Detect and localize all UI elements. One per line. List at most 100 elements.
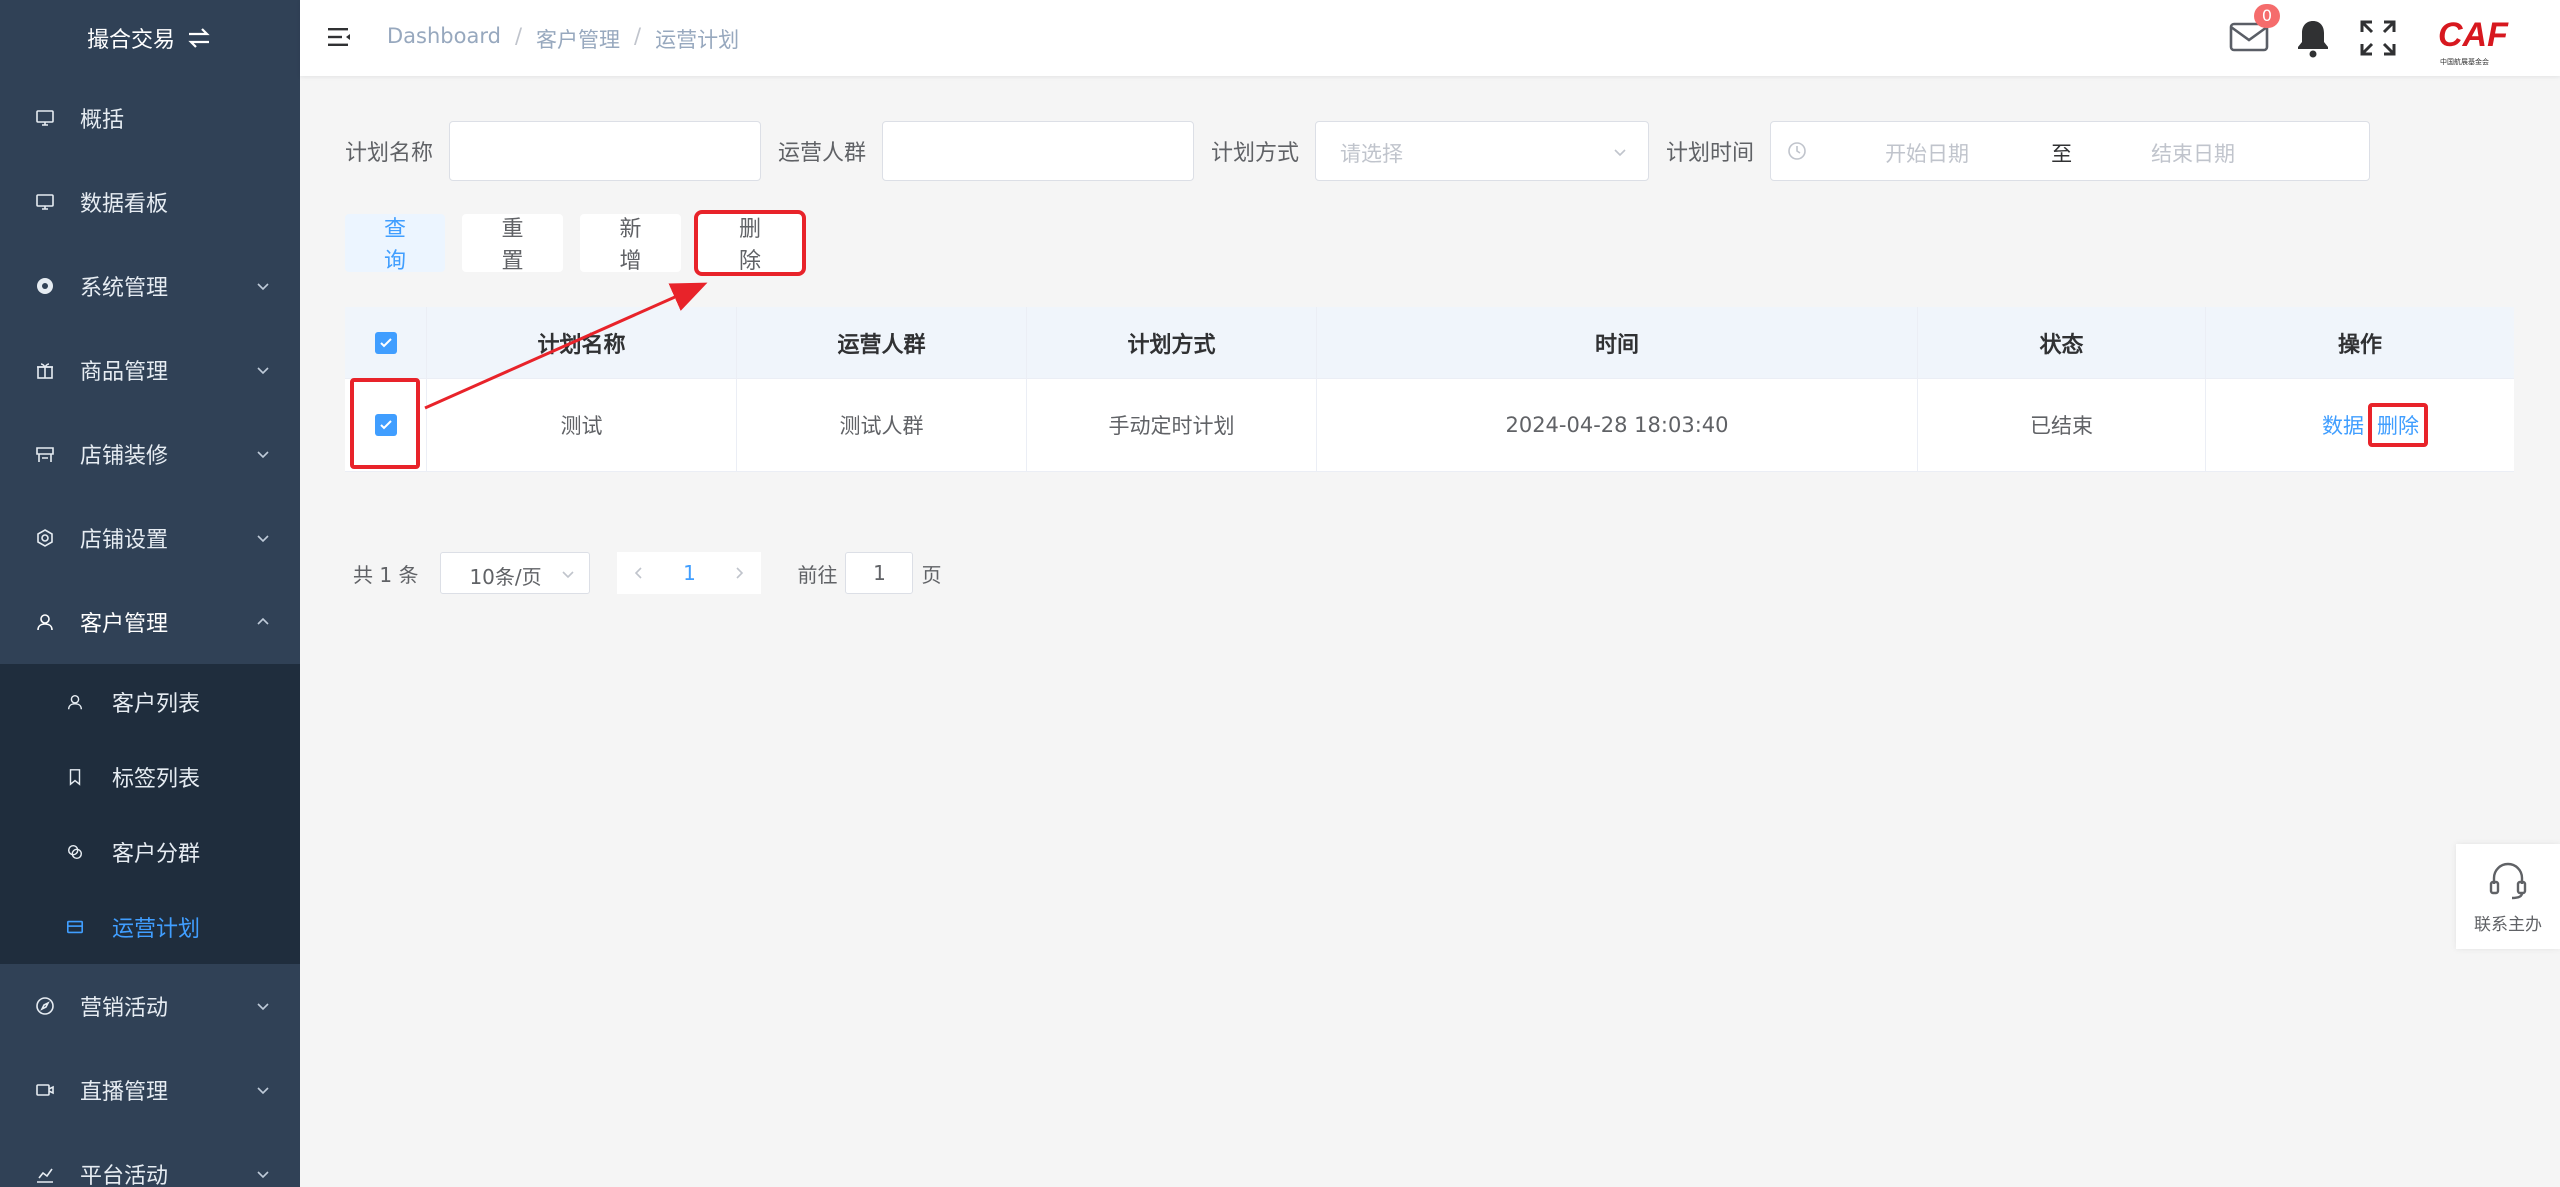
pagination: 共 1 条 10条/页 1 前往 1 页 bbox=[353, 551, 941, 595]
bookmark-icon bbox=[64, 766, 86, 788]
contact-organizer-button[interactable]: 联系主办 bbox=[2456, 844, 2560, 949]
crowd-cell: 测试人群 bbox=[737, 379, 1027, 471]
main-content: 计划名称 运营人群 计划方式 请选择 计划时间 开始日期 至 结束日期 查询 重… bbox=[300, 76, 2560, 1187]
breadcrumb-item[interactable]: 客户管理 bbox=[536, 24, 620, 54]
sidebar-item-tag-list[interactable]: 标签列表 bbox=[0, 739, 300, 814]
column-header: 计划方式 bbox=[1027, 307, 1317, 378]
card-icon bbox=[64, 916, 86, 938]
method-select-placeholder: 请选择 bbox=[1340, 142, 1404, 166]
breadcrumb-item-current: 运营计划 bbox=[655, 28, 740, 52]
method-label: 计划方式 bbox=[1211, 141, 1300, 166]
time-label: 计划时间 bbox=[1666, 141, 1755, 166]
chevron-down-icon bbox=[1614, 149, 1626, 157]
breadcrumb-separator: / bbox=[514, 24, 523, 48]
sidebar-item-shop-decor[interactable]: 店铺装修 bbox=[0, 412, 300, 496]
chevron-down-icon bbox=[257, 535, 269, 543]
breadcrumb: Dashboard / 客户管理 / 运营计划 bbox=[387, 24, 739, 54]
logo-subtext: 中国航展基金会 bbox=[2440, 57, 2489, 66]
row-delete-link[interactable]: 删除 bbox=[2368, 403, 2428, 447]
fullscreen-icon[interactable] bbox=[2358, 18, 2398, 58]
data-link[interactable]: 数据 bbox=[2322, 410, 2364, 440]
chevron-down-icon bbox=[257, 283, 269, 291]
sidebar-item-live[interactable]: 直播管理 bbox=[0, 1048, 300, 1132]
column-header: 状态 bbox=[1918, 307, 2206, 378]
chevron-down-icon bbox=[257, 1003, 269, 1011]
sidebar: 撮合交易 概括 数据看板 系统管理 商品管理 店铺装修 店铺设置 客户管理 客户… bbox=[0, 0, 300, 1187]
group-icon bbox=[64, 841, 86, 863]
plan-name-input[interactable] bbox=[449, 121, 762, 181]
sidebar-item-label: 平台活动 bbox=[80, 1164, 169, 1187]
page-number[interactable]: 1 bbox=[661, 561, 717, 585]
sidebar-item-overview[interactable]: 概括 bbox=[0, 76, 300, 160]
operations-cell: 数据 删除 bbox=[2206, 379, 2514, 471]
time-cell: 2024-04-28 18:03:40 bbox=[1317, 379, 1918, 471]
top-navbar: Dashboard / 客户管理 / 运营计划 0 CAF 中国航展基金会 bbox=[300, 0, 2560, 76]
chevron-down-icon bbox=[257, 367, 269, 375]
table-header: 计划名称 运营人群 计划方式 时间 状态 操作 bbox=[345, 307, 2514, 379]
gear-circle-icon bbox=[34, 275, 56, 297]
reset-button[interactable]: 重置 bbox=[462, 214, 563, 274]
monitor-icon bbox=[34, 107, 56, 129]
sidebar-item-operation-plan[interactable]: 运营计划 bbox=[0, 889, 300, 964]
sidebar-item-label: 运营计划 bbox=[112, 916, 201, 942]
delete-button[interactable]: 删除 bbox=[694, 210, 806, 276]
sidebar-item-customers[interactable]: 客户管理 bbox=[0, 580, 300, 664]
sidebar-item-label: 营销活动 bbox=[80, 996, 169, 1021]
crowd-input[interactable] bbox=[882, 121, 1195, 181]
mail-badge: 0 bbox=[2254, 4, 2280, 28]
select-all-cell bbox=[345, 307, 427, 378]
brand[interactable]: 撮合交易 bbox=[0, 0, 300, 76]
compass-icon bbox=[34, 995, 56, 1017]
column-header: 计划名称 bbox=[427, 307, 737, 378]
page-size-select[interactable]: 10条/页 bbox=[440, 552, 591, 594]
status-cell: 已结束 bbox=[1918, 379, 2206, 471]
sidebar-item-marketing[interactable]: 营销活动 bbox=[0, 964, 300, 1048]
action-buttons: 查询 重置 新增 删除 bbox=[345, 210, 806, 276]
column-header: 运营人群 bbox=[737, 307, 1027, 378]
chevron-down-icon bbox=[257, 451, 269, 459]
crowd-label: 运营人群 bbox=[778, 141, 867, 166]
end-date-input[interactable]: 结束日期 bbox=[2151, 138, 2235, 168]
customers-submenu: 客户列表 标签列表 客户分群 运营计划 bbox=[0, 664, 300, 964]
method-cell: 手动定时计划 bbox=[1027, 379, 1317, 471]
breadcrumb-item[interactable]: Dashboard bbox=[387, 24, 501, 54]
goto-prefix: 前往 bbox=[797, 562, 838, 587]
query-button[interactable]: 查询 bbox=[345, 214, 445, 274]
headset-icon bbox=[2489, 862, 2527, 900]
next-page-button[interactable] bbox=[717, 552, 761, 594]
sidebar-item-goods[interactable]: 商品管理 bbox=[0, 328, 300, 412]
sidebar-item-customer-list[interactable]: 客户列表 bbox=[0, 664, 300, 739]
start-date-input[interactable]: 开始日期 bbox=[1885, 138, 1969, 168]
date-range-picker[interactable]: 开始日期 至 结束日期 bbox=[1770, 121, 2371, 181]
chevron-left-icon bbox=[635, 567, 643, 579]
chart-icon bbox=[34, 1163, 56, 1185]
sidebar-item-label: 店铺装修 bbox=[80, 444, 169, 469]
plan-table: 计划名称 运营人群 计划方式 时间 状态 操作 测试 测试人群 手动定时计划 2… bbox=[345, 307, 2514, 472]
checkbox-highlight-box bbox=[350, 378, 420, 469]
sidebar-item-system[interactable]: 系统管理 bbox=[0, 244, 300, 328]
sidebar-item-platform-activity[interactable]: 平台活动 bbox=[0, 1132, 300, 1187]
bell-icon[interactable] bbox=[2295, 18, 2331, 58]
method-select[interactable]: 请选择 bbox=[1315, 121, 1650, 181]
hamburger-icon[interactable] bbox=[326, 24, 352, 50]
sidebar-item-label: 数据看板 bbox=[80, 192, 169, 217]
select-all-checkbox[interactable] bbox=[374, 331, 397, 354]
sidebar-item-label: 客户管理 bbox=[80, 612, 169, 637]
sidebar-item-label: 系统管理 bbox=[80, 276, 169, 301]
sidebar-item-label: 直播管理 bbox=[80, 1080, 169, 1105]
sidebar-item-shop-settings[interactable]: 店铺设置 bbox=[0, 496, 300, 580]
monitor-icon bbox=[34, 191, 56, 213]
total-count: 共 1 条 bbox=[353, 562, 419, 587]
goto-page-input[interactable]: 1 bbox=[845, 552, 914, 594]
sidebar-item-label: 商品管理 bbox=[80, 360, 169, 385]
brand-label: 撮合交易 bbox=[86, 28, 175, 53]
camera-icon bbox=[34, 1079, 56, 1101]
sidebar-item-dashboard[interactable]: 数据看板 bbox=[0, 160, 300, 244]
add-button[interactable]: 新增 bbox=[580, 214, 681, 274]
prev-page-button[interactable] bbox=[617, 552, 661, 594]
user-icon bbox=[34, 611, 56, 633]
chevron-down-icon bbox=[257, 1171, 269, 1179]
switch-icon bbox=[188, 28, 210, 48]
user-icon bbox=[64, 691, 86, 713]
sidebar-item-customer-groups[interactable]: 客户分群 bbox=[0, 814, 300, 889]
